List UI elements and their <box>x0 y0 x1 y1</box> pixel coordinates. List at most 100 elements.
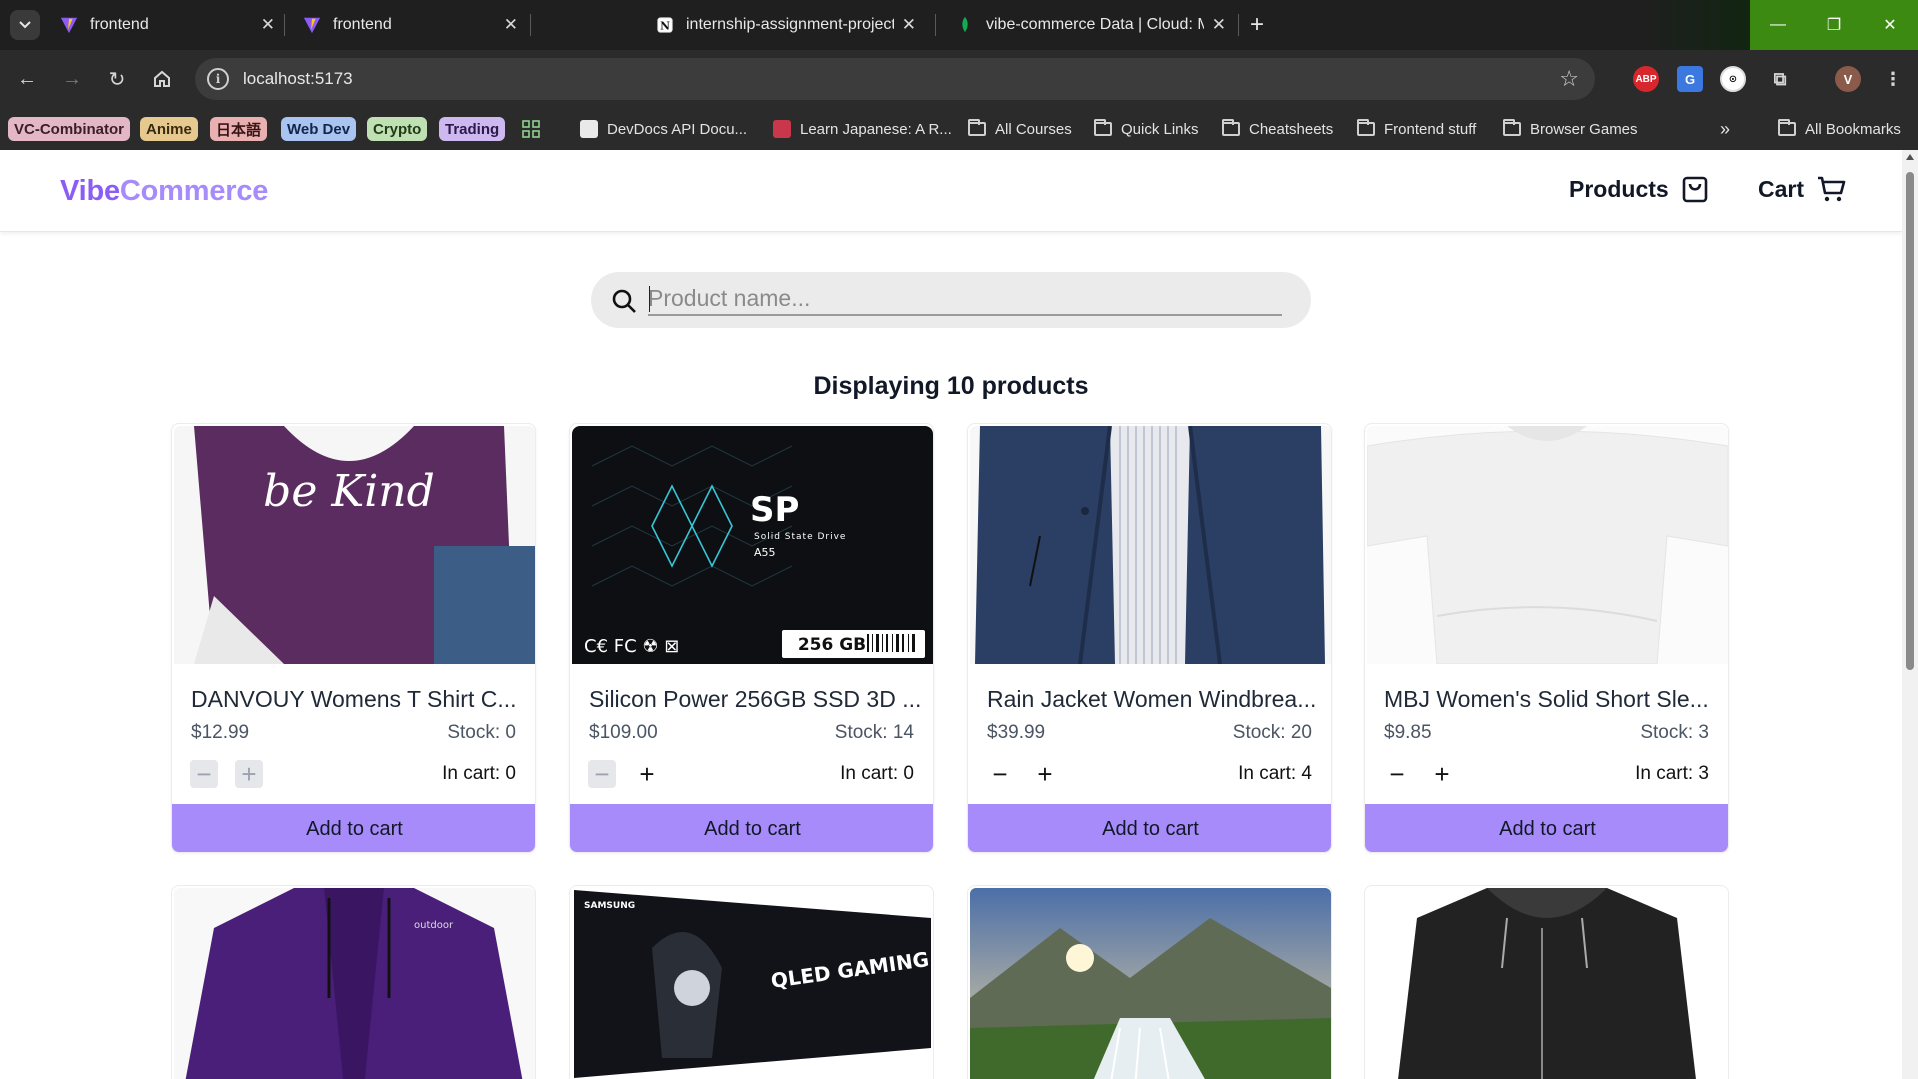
browser-tab-1[interactable]: frontend ✕ <box>50 9 285 41</box>
product-card: MBJ Women's Solid Short Sle... $9.85 Sto… <box>1364 423 1729 853</box>
bookmark-chip-crypto[interactable]: Crypto <box>367 117 428 141</box>
close-icon[interactable]: ✕ <box>1212 15 1226 35</box>
address-url[interactable]: localhost:5173 <box>243 69 353 89</box>
search-input[interactable] <box>648 282 1282 316</box>
menu-kebab-icon[interactable]: ⋮ <box>1880 66 1906 92</box>
site-info-icon[interactable]: i <box>207 68 229 90</box>
increment-button[interactable]: + <box>235 758 263 789</box>
plus-icon: + <box>241 758 257 789</box>
all-bookmarks-folder[interactable]: All Bookmarks <box>1778 118 1901 140</box>
tab-divider <box>935 14 936 36</box>
close-icon[interactable]: ✕ <box>261 15 275 35</box>
product-name[interactable]: Rain Jacket Women Windbrea... <box>987 686 1317 713</box>
image-text: Solid State Drive <box>754 532 846 542</box>
bookmark-label: Quick Links <box>1121 120 1199 138</box>
profile-avatar[interactable]: V <box>1835 66 1861 92</box>
product-image[interactable] <box>1367 426 1728 664</box>
restore-icon: ❐ <box>1826 17 1842 34</box>
bookmark-chip-trading[interactable]: Trading <box>439 117 506 141</box>
browser-tab-4[interactable]: vibe-commerce Data | Cloud: M ✕ <box>946 9 1236 41</box>
bookmark-chip-vc-combinator[interactable]: VC-Combinator <box>8 117 130 141</box>
tab-divider <box>284 14 285 36</box>
browser-tab-3[interactable]: N internship-assignment-project ✕ <box>646 9 926 41</box>
increment-button[interactable]: + <box>633 758 661 789</box>
new-tab-button[interactable]: + <box>1242 10 1272 40</box>
extensions-puzzle-icon[interactable]: ⧉ <box>1767 66 1793 92</box>
product-card: SP Solid State Drive A55 256 GB C€ FC ☢ … <box>569 423 934 853</box>
adblock-plus-icon[interactable]: ABP <box>1633 66 1659 92</box>
bookmark-label: Cheatsheets <box>1249 120 1334 138</box>
web-page: VibeCommerce Products Cart Displaying 10… <box>0 150 1902 1079</box>
nav-cart-link[interactable]: Cart <box>1758 174 1846 204</box>
in-cart-count: In cart: 4 <box>1238 763 1312 784</box>
site-logo[interactable]: VibeCommerce <box>60 175 268 208</box>
add-to-cart-button[interactable]: Add to cart <box>570 804 933 852</box>
decrement-button[interactable]: − <box>588 759 616 789</box>
product-image[interactable]: be Kind <box>174 426 535 664</box>
bookmark-folder-quick-links[interactable]: Quick Links <box>1094 118 1199 140</box>
close-icon[interactable]: ✕ <box>902 15 916 35</box>
add-to-cart-button[interactable]: Add to cart <box>1365 804 1728 852</box>
product-image[interactable]: SAMSUNG QLED GAMING MONITOR <box>572 888 933 1079</box>
logo-part-2: Commerce <box>119 175 269 207</box>
chip-label: Anime <box>146 120 192 138</box>
decrement-button[interactable]: − <box>190 758 218 789</box>
extension-icon[interactable]: ⊙ <box>1720 66 1746 92</box>
increment-button[interactable]: + <box>1031 759 1059 789</box>
black-leather-jacket-image <box>1367 888 1728 1079</box>
bookmark-folder-frontend-stuff[interactable]: Frontend stuff <box>1357 118 1476 140</box>
minus-icon: − <box>196 758 212 789</box>
bookmark-chip-anime[interactable]: Anime <box>140 117 198 141</box>
white-top-image <box>1367 426 1728 664</box>
bookmark-star-icon[interactable]: ☆ <box>1559 66 1579 92</box>
product-name[interactable]: DANVOUY Womens T Shirt C... <box>191 686 521 713</box>
product-image[interactable]: SP Solid State Drive A55 256 GB C€ FC ☢ … <box>572 426 933 664</box>
google-translate-icon[interactable]: G <box>1677 66 1703 92</box>
back-button[interactable]: ← <box>15 67 39 91</box>
minimize-button[interactable]: — <box>1750 0 1806 50</box>
bookmark-chip-japanese[interactable]: 日本語 <box>210 117 268 141</box>
address-bar[interactable]: i localhost:5173 ☆ <box>195 58 1595 100</box>
product-name[interactable]: MBJ Women's Solid Short Sle... <box>1384 686 1714 713</box>
bookmark-folder-all-courses[interactable]: All Courses <box>968 118 1072 140</box>
product-image[interactable] <box>970 888 1331 1079</box>
browser-toolbar: ← → ↻ i localhost:5173 ☆ ABP G ⊙ ⧉ V ⋮ <box>0 50 1918 108</box>
reload-button[interactable]: ↻ <box>105 67 129 91</box>
browser-tab-2[interactable]: frontend ✕ <box>293 9 528 41</box>
product-image[interactable] <box>970 426 1331 664</box>
bookmark-folder-browser-games[interactable]: Browser Games <box>1503 118 1638 140</box>
product-name[interactable]: Silicon Power 256GB SSD 3D ... <box>589 686 921 713</box>
bookmark-folder-cheatsheets[interactable]: Cheatsheets <box>1222 118 1333 140</box>
nav-products-link[interactable]: Products <box>1569 174 1709 204</box>
add-to-cart-button[interactable]: Add to cart <box>968 804 1331 852</box>
page-scrollbar[interactable] <box>1902 150 1918 1079</box>
close-window-button[interactable]: ✕ <box>1862 0 1918 50</box>
home-button[interactable] <box>150 67 174 91</box>
plus-icon: + <box>639 758 655 789</box>
logo-part-1: Vibe <box>60 175 120 207</box>
restore-button[interactable]: ❐ <box>1806 0 1862 50</box>
product-card: SAMSUNG QLED GAMING MONITOR <box>569 885 934 1079</box>
browser-tab-strip: frontend ✕ frontend ✕ N internship-assig… <box>0 0 1918 50</box>
product-price: $9.85 <box>1384 722 1432 743</box>
apps-grid-button[interactable] <box>522 118 540 140</box>
bookmark-learn-japanese[interactable]: Learn Japanese: A R... <box>773 118 952 140</box>
close-icon[interactable]: ✕ <box>504 15 518 35</box>
scroll-up-arrow-icon[interactable] <box>1906 154 1914 160</box>
add-to-cart-button[interactable]: Add to cart <box>172 804 535 852</box>
forward-button[interactable]: → <box>60 67 84 91</box>
product-image[interactable]: outdoor <box>174 888 535 1079</box>
decrement-button[interactable]: − <box>1383 759 1411 789</box>
close-icon: ✕ <box>1883 17 1897 34</box>
product-card <box>1364 885 1729 1079</box>
product-image[interactable] <box>1367 888 1728 1079</box>
scrollbar-thumb[interactable] <box>1906 172 1914 670</box>
decrement-button[interactable]: − <box>986 759 1014 789</box>
more-bookmarks-chevron-icon[interactable]: » <box>1720 118 1730 140</box>
bookmark-devdocs[interactable]: DevDocs API Docu... <box>580 118 747 140</box>
chip-label: 日本語 <box>216 121 262 139</box>
bookmark-chip-web-dev[interactable]: Web Dev <box>281 117 357 141</box>
tab-search-button[interactable] <box>10 10 40 40</box>
bookmark-label: Frontend stuff <box>1384 120 1477 138</box>
increment-button[interactable]: + <box>1428 759 1456 789</box>
